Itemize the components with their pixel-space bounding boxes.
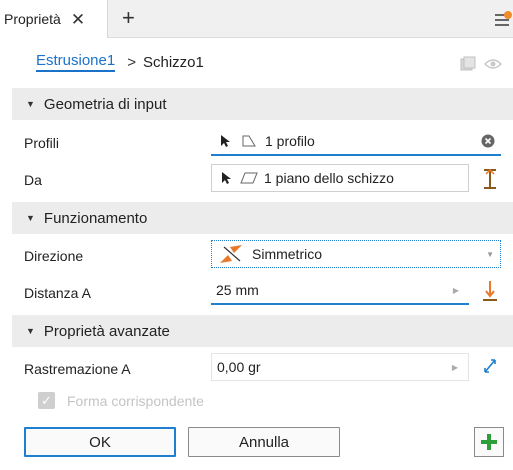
profile-icon	[242, 135, 256, 147]
menu-icon[interactable]	[493, 10, 513, 30]
visibility-eye-icon[interactable]	[484, 58, 502, 70]
direction-value: Simmetrico	[252, 246, 323, 262]
section-title: Funzionamento	[43, 209, 148, 227]
tab-bar: Proprietà ✕ +	[0, 0, 513, 38]
direction-label: Direzione	[24, 248, 84, 264]
section-title: Geometria di input	[43, 95, 167, 113]
profiles-value: 1 profilo	[265, 133, 315, 149]
ok-button[interactable]: OK	[24, 427, 176, 457]
taper-flip-icon[interactable]	[481, 356, 499, 376]
distance-input[interactable]: 25 mm ▶	[211, 277, 469, 305]
breadcrumb-parent-link[interactable]: Estrusione1	[36, 52, 116, 72]
plus-icon	[481, 434, 497, 450]
match-shape-checkbox-row[interactable]: ✓ Forma corrispondente	[38, 392, 204, 409]
tab-title: Proprietà	[4, 11, 61, 27]
collapse-triangle-icon: ▼	[26, 99, 35, 109]
close-icon[interactable]: ✕	[71, 11, 85, 28]
taper-value: 0,00 gr	[217, 359, 261, 375]
breadcrumb-current: Schizzo1	[142, 53, 204, 71]
taper-input[interactable]: 0,00 gr ▶	[211, 353, 469, 381]
match-shape-checkbox[interactable]: ✓	[38, 392, 55, 409]
select-cursor-icon	[221, 135, 230, 147]
section-advanced-properties[interactable]: ▼ Proprietà avanzate	[12, 315, 513, 347]
chevron-down-icon: ▼	[486, 249, 494, 259]
plane-icon	[240, 172, 258, 184]
section-behavior[interactable]: ▼ Funzionamento	[12, 202, 513, 234]
direction-dropdown[interactable]: Simmetrico ▼	[211, 240, 501, 268]
from-selector[interactable]: 1 piano dello schizzo	[211, 164, 469, 192]
distance-value: 25 mm	[216, 282, 259, 298]
extent-start-icon[interactable]	[483, 169, 497, 189]
symmetric-direction-icon	[220, 245, 242, 263]
tab-properties[interactable]: Proprietà ✕	[0, 0, 108, 38]
distance-label: Distanza A	[24, 285, 91, 301]
expand-arrow-icon[interactable]: ▶	[453, 286, 459, 295]
section-title: Proprietà avanzate	[43, 322, 170, 340]
profiles-label: Profili	[24, 135, 60, 151]
section-input-geometry[interactable]: ▼ Geometria di input	[12, 88, 513, 120]
from-label: Da	[24, 172, 42, 188]
select-cursor-icon	[222, 172, 231, 184]
box-icon[interactable]	[460, 56, 476, 72]
breadcrumb-separator: >	[127, 53, 136, 71]
cancel-button[interactable]: Annulla	[188, 427, 340, 457]
add-button[interactable]	[474, 427, 504, 457]
from-value: 1 piano dello schizzo	[264, 170, 394, 186]
plus-icon[interactable]: +	[122, 7, 135, 29]
breadcrumb: Estrusione1 > Schizzo1	[0, 38, 513, 86]
clear-icon[interactable]	[481, 134, 495, 148]
taper-label: Rastremazione A	[24, 361, 131, 377]
direction-flip-icon[interactable]	[482, 280, 498, 302]
profiles-selector[interactable]: 1 profilo	[211, 128, 501, 156]
match-shape-label: Forma corrispondente	[67, 392, 204, 409]
expand-arrow-icon[interactable]: ▶	[452, 363, 458, 372]
collapse-triangle-icon: ▼	[26, 326, 35, 336]
collapse-triangle-icon: ▼	[26, 213, 35, 223]
